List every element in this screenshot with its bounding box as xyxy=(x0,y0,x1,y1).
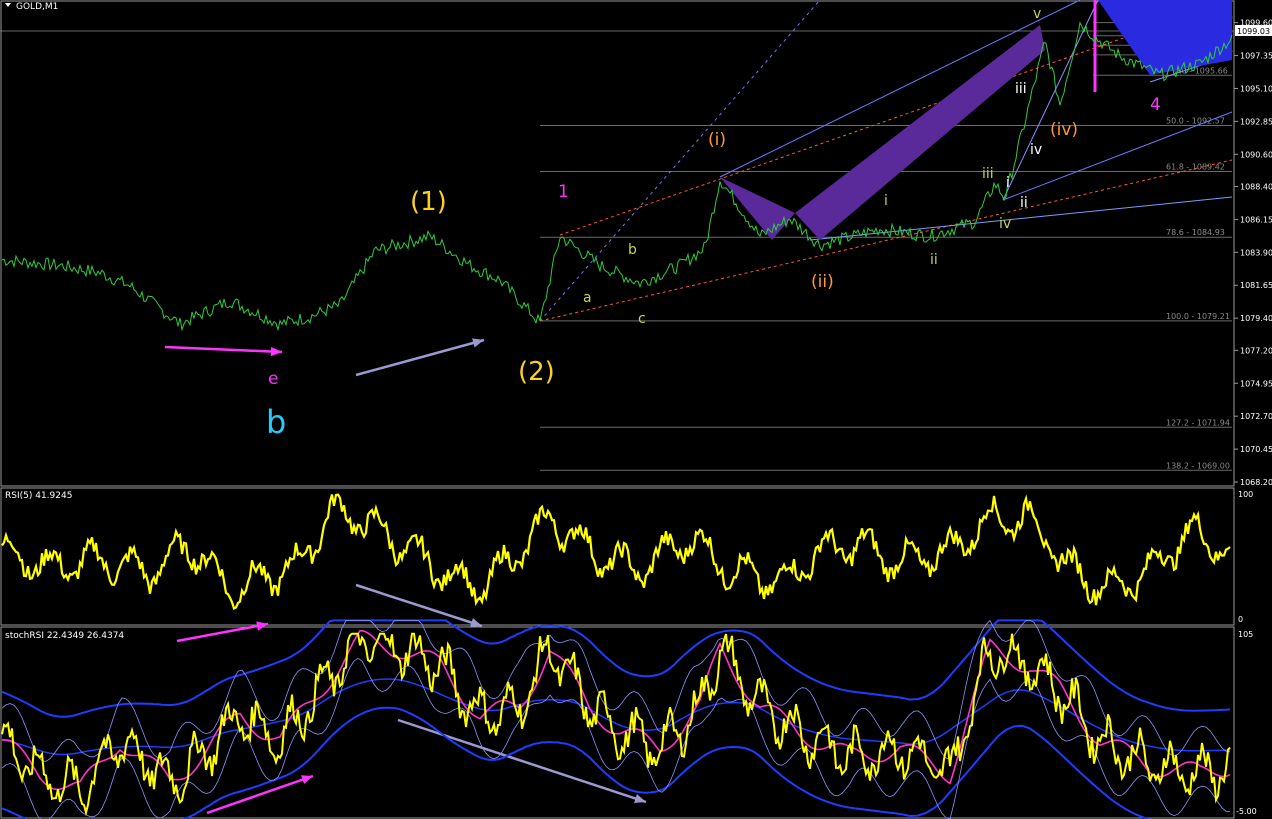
arrow-magenta-stoch xyxy=(206,774,314,815)
price-panel-frame xyxy=(0,0,1235,487)
wave-label: iii xyxy=(1015,81,1027,97)
stoch-axis-bottom: -5.00 xyxy=(1236,807,1257,816)
stoch-envelope-lower xyxy=(1,657,1231,819)
price-tick-label: 1095.10 xyxy=(1240,84,1272,93)
wave-label: a xyxy=(583,290,592,306)
harmonic-triangle-right xyxy=(795,25,1045,240)
harmonic-pattern xyxy=(720,0,1232,240)
wave-label: iv xyxy=(999,216,1011,232)
price-tick-label: 1070.45 xyxy=(1240,445,1272,454)
stoch-series xyxy=(1,619,1231,819)
fib-level-label: 78.6 - 1084.93 xyxy=(1166,228,1225,237)
price-series xyxy=(1,21,1233,332)
wave-label: (1) xyxy=(410,187,447,217)
price-line xyxy=(1,21,1233,332)
harmonic-blue-shape xyxy=(1098,0,1232,75)
wave-label: b xyxy=(266,403,286,441)
wave-label: (i) xyxy=(708,130,726,150)
price-tick-label: 1068.20 xyxy=(1240,478,1272,487)
wave-label: e xyxy=(268,369,278,389)
wave-label: ii xyxy=(1020,195,1028,211)
current-price-label: 1099.03 xyxy=(1237,27,1270,36)
arrow-lavender-price xyxy=(355,338,485,377)
arrow-magenta-stoch-head xyxy=(301,775,313,785)
fib-level-label: 100.0 - 1079.21 xyxy=(1166,312,1230,321)
rsi-panel-frame xyxy=(0,487,1235,626)
rsi-series xyxy=(1,493,1231,611)
symbol-label: GOLD,M1 xyxy=(16,2,58,12)
stoch-band-lower xyxy=(1,706,1152,819)
wave-label: v xyxy=(1033,6,1041,22)
stoch-band-upper xyxy=(1,619,1231,718)
arrow-lavender-stoch-head xyxy=(634,794,646,803)
fibonacci-levels: 83.6 - 1099.6050.0 - 1098.6838.2 - 1098.… xyxy=(540,14,1233,471)
wave-label: b xyxy=(628,242,637,258)
arrow-magenta-rsi-head xyxy=(256,621,268,631)
divergence-arrows xyxy=(164,338,647,815)
wave-label: 1 xyxy=(558,182,569,202)
chart-canvas: GOLD,M1 1099.601097.351095.101092.851090… xyxy=(0,0,1272,819)
wave-label: i xyxy=(1006,175,1010,191)
wave-label: 4 xyxy=(1150,95,1161,115)
price-tick-label: 1092.85 xyxy=(1240,117,1272,126)
stoch-title: stochRSI 22.4349 26.4374 xyxy=(5,631,124,641)
price-tick-label: 1088.40 xyxy=(1240,182,1272,191)
wave-label: i xyxy=(884,193,888,209)
rsi-title: RSI(5) 41.9245 xyxy=(5,491,72,501)
wave-label: iii xyxy=(982,166,994,182)
rsi-line xyxy=(1,493,1231,611)
fib-level-label: 127.2 - 1071.94 xyxy=(1166,418,1230,427)
price-tick-label: 1081.65 xyxy=(1240,281,1272,290)
arrow-magenta-price xyxy=(164,345,283,354)
arrow-magenta-price-head xyxy=(270,346,282,357)
price-tick-label: 1097.35 xyxy=(1240,52,1272,61)
stoch-axis-top: 105 xyxy=(1238,630,1253,639)
price-tick-label: 1077.20 xyxy=(1240,346,1272,355)
fib-level-label: 61.8 - 1089.42 xyxy=(1166,163,1225,172)
wave-label: (ii) xyxy=(811,272,834,292)
fib-level-label: 138.2 - 1069.00 xyxy=(1166,461,1230,470)
arrow-lavender-rsi-head xyxy=(470,618,482,628)
price-tick-label: 1086.15 xyxy=(1240,215,1272,224)
price-tick-label: 1079.40 xyxy=(1240,314,1272,323)
price-tick-label: 1074.95 xyxy=(1240,379,1272,388)
rsi-axis-top: 100 xyxy=(1238,490,1253,499)
wave-label: ii xyxy=(930,252,938,268)
price-tick-label: 1083.90 xyxy=(1240,248,1272,257)
triangle-down-icon[interactable] xyxy=(5,3,11,7)
price-tick-label: 1072.70 xyxy=(1240,412,1272,421)
wave-label: c xyxy=(638,311,646,327)
price-tick-label: 1090.60 xyxy=(1240,150,1272,159)
rsi-axis-bottom: 0 xyxy=(1238,615,1243,624)
symbol-header[interactable]: GOLD,M1 xyxy=(5,2,58,12)
wave-label: (2) xyxy=(518,357,555,387)
wave-labels: (1)(2)14eb(i)(ii)(iv)abciiiiiiivviiiivii… xyxy=(266,6,1161,441)
wave-label: iv xyxy=(1030,142,1042,158)
trendline-dashed-blue xyxy=(539,0,821,322)
wave-label: (iv) xyxy=(1050,120,1078,140)
